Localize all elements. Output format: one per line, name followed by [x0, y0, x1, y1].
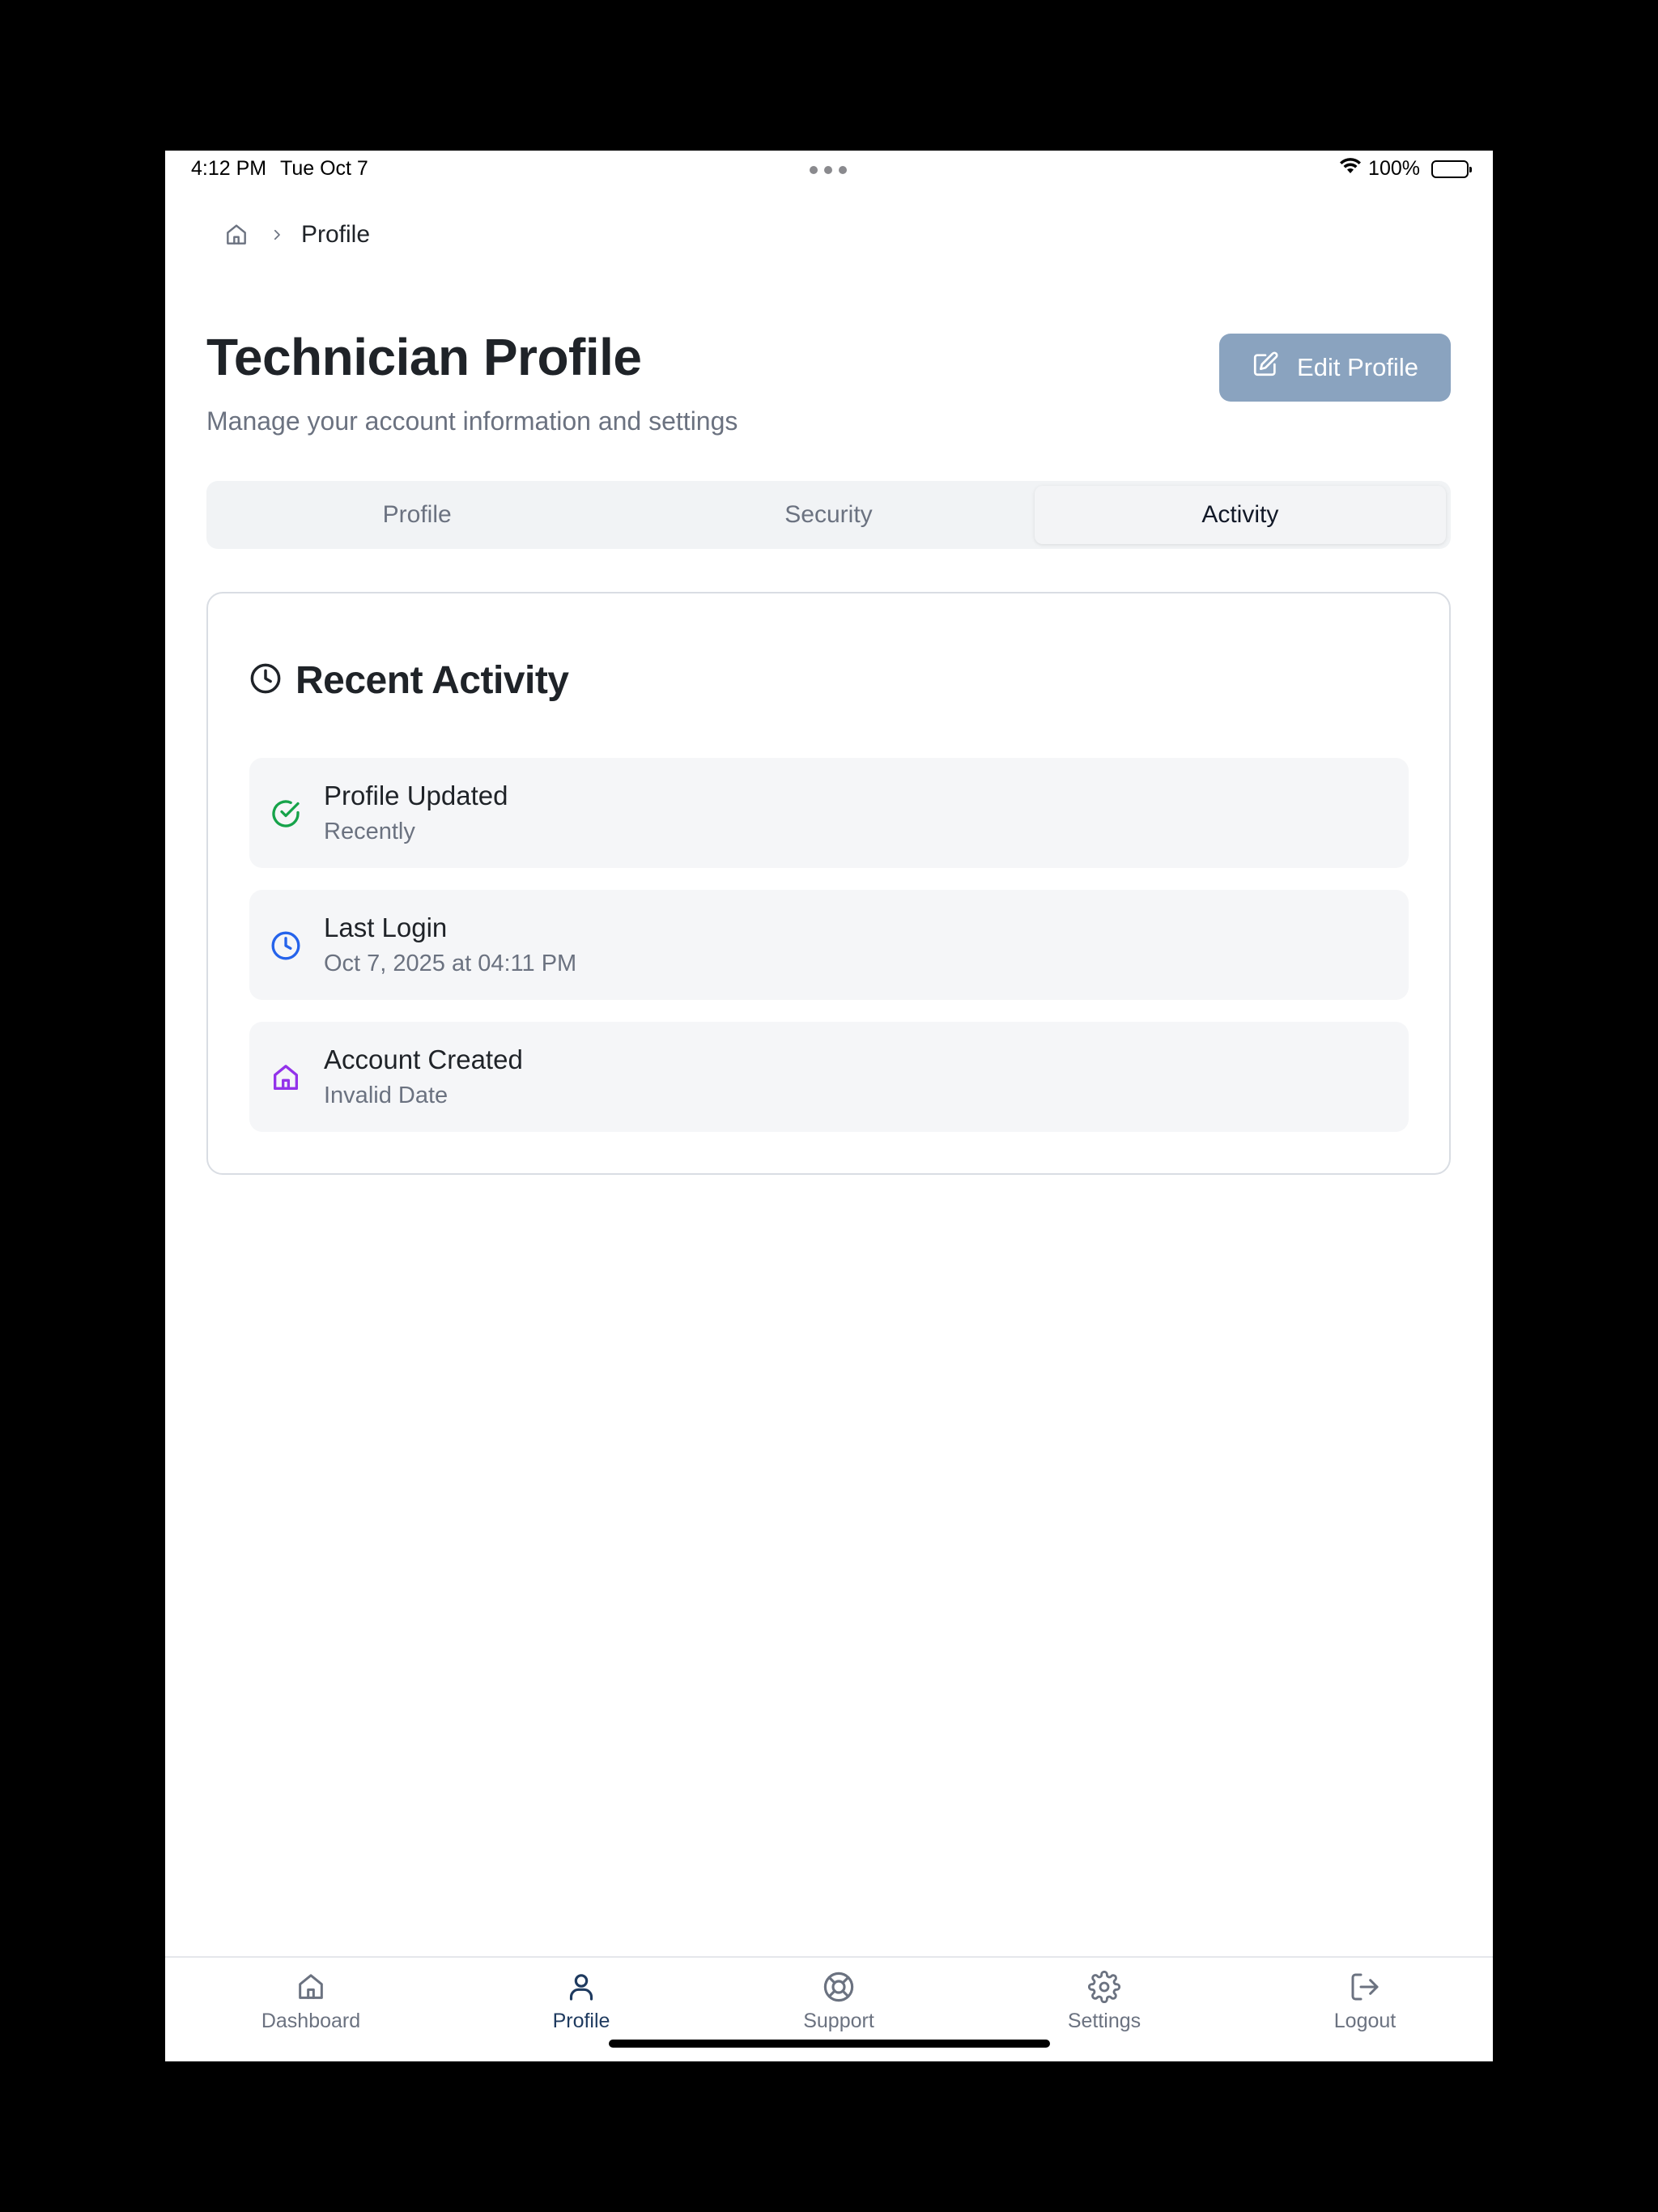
activity-subtitle: Invalid Date [324, 1083, 449, 1108]
home-icon [293, 1969, 329, 2005]
home-icon [269, 1061, 303, 1095]
battery-percent: 100% [1368, 157, 1420, 180]
activity-title: Account Created [324, 1044, 523, 1074]
status-bar: 4:12 PM Tue Oct 7 100% [165, 151, 1493, 189]
clock-icon [269, 929, 303, 963]
nav-dashboard[interactable]: Dashboard [230, 1969, 392, 2033]
nav-label: Logout [1333, 2010, 1397, 2032]
status-time: 4:12 PM [191, 157, 267, 180]
tab-profile[interactable]: Profile [211, 486, 623, 544]
nav-label: Dashboard [261, 2010, 361, 2032]
activity-title: Profile Updated [324, 781, 508, 810]
edit-profile-button[interactable]: Edit Profile [1219, 334, 1451, 402]
tab-bar: Profile Security Activity [206, 481, 1451, 549]
nav-support[interactable]: Support [758, 1969, 920, 2033]
tab-security[interactable]: Security [623, 486, 1034, 544]
activity-item-last-login: Last Login Oct 7, 2025 at 04:11 PM [249, 890, 1409, 1000]
chevron-right-icon [269, 227, 285, 243]
nav-label: Support [803, 2010, 874, 2032]
logout-icon [1347, 1969, 1383, 2005]
page-subtitle: Manage your account information and sett… [206, 406, 738, 436]
home-indicator[interactable] [609, 2040, 1050, 2048]
edit-icon [1252, 351, 1279, 385]
card-header: Recent Activity [249, 658, 569, 703]
nav-settings[interactable]: Settings [1023, 1969, 1185, 2033]
activity-list: Profile Updated Recently Last Login Oct … [249, 758, 1409, 1154]
status-indicators: 100% [1339, 157, 1472, 181]
breadcrumb-current: Profile [301, 221, 371, 248]
page-title: Technician Profile [206, 328, 642, 386]
user-icon [563, 1969, 599, 2005]
gear-icon [1086, 1969, 1122, 2005]
activity-subtitle: Oct 7, 2025 at 04:11 PM [324, 951, 577, 976]
multitasking-dots-icon[interactable] [810, 166, 847, 176]
activity-item-profile-updated: Profile Updated Recently [249, 758, 1409, 868]
nav-label: Settings [1067, 2010, 1141, 2032]
activity-subtitle: Recently [324, 819, 415, 844]
nav-label: Profile [552, 2010, 610, 2032]
clock-icon [249, 661, 283, 700]
nav-logout[interactable]: Logout [1284, 1969, 1446, 2033]
lifebuoy-icon [821, 1969, 857, 2005]
home-icon[interactable] [219, 217, 254, 253]
edit-profile-label: Edit Profile [1297, 353, 1418, 381]
app-screen: 4:12 PM Tue Oct 7 100% Profile Technicia… [165, 151, 1493, 2061]
card-title: Recent Activity [295, 659, 569, 702]
status-date: Tue Oct 7 [280, 157, 368, 180]
wifi-icon [1339, 157, 1362, 181]
breadcrumb: Profile [219, 215, 370, 254]
nav-profile[interactable]: Profile [500, 1969, 662, 2033]
activity-item-account-created: Account Created Invalid Date [249, 1022, 1409, 1132]
check-circle-icon [269, 797, 303, 831]
tab-activity[interactable]: Activity [1034, 486, 1446, 544]
battery-icon [1431, 160, 1472, 178]
activity-title: Last Login [324, 912, 448, 942]
recent-activity-card: Recent Activity Profile Updated Recently [206, 592, 1451, 1175]
